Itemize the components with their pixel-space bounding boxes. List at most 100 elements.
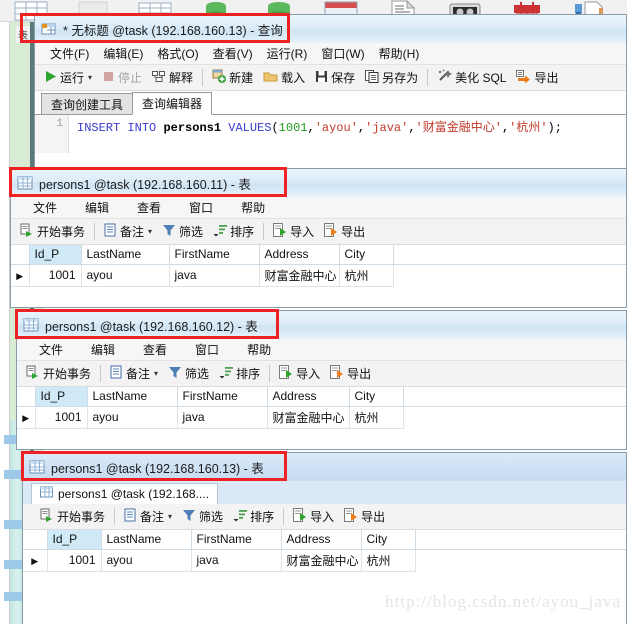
- table-window-11-titlebar[interactable]: persons1 @task (192.168.160.11) - 表: [11, 169, 626, 197]
- column-header-address[interactable]: Address: [281, 530, 362, 550]
- import-button[interactable]: 导入: [274, 362, 325, 386]
- table-window-13-tabstrip[interactable]: persons1 @task (192.168....: [23, 481, 626, 504]
- sql-statement-line[interactable]: INSERT INTO persons1 VALUES(1001,'ayou',…: [69, 115, 626, 153]
- cell-lastname[interactable]: ayou: [81, 264, 170, 287]
- column-header-firstname[interactable]: FirstName: [191, 530, 282, 550]
- menu-file[interactable]: 文件: [25, 341, 77, 358]
- new-button[interactable]: 新建: [207, 66, 258, 90]
- cell-address[interactable]: 财富金融中心: [259, 264, 340, 287]
- chevron-down-icon[interactable]: ▾: [148, 227, 152, 236]
- export-button[interactable]: 导出: [511, 66, 563, 90]
- menu-window[interactable]: 窗口: [175, 199, 227, 216]
- cell-firstname[interactable]: java: [177, 406, 268, 429]
- table-window-12[interactable]: persons1 @task (192.168.160.12) - 表 文件 编…: [16, 310, 627, 450]
- note-button[interactable]: 备注 ▾: [119, 505, 177, 529]
- save-button[interactable]: 保存: [310, 66, 360, 90]
- column-header-address[interactable]: Address: [267, 387, 350, 407]
- column-header-city[interactable]: City: [339, 245, 394, 265]
- export-button[interactable]: 导出: [325, 362, 376, 386]
- table-window-12-titlebar[interactable]: persons1 @task (192.168.160.12) - 表: [17, 311, 626, 339]
- query-window[interactable]: * 无标题 @task (192.168.160.13) - 查询 文件(F) …: [34, 14, 627, 174]
- cell-lastname[interactable]: ayou: [87, 406, 178, 429]
- column-header-id-p[interactable]: Id_P: [47, 530, 102, 550]
- menu-help[interactable]: 帮助: [227, 199, 279, 216]
- table-row[interactable]: ▶ 1001 ayou java 财富金融中心 杭州: [23, 549, 626, 572]
- load-button[interactable]: 载入: [258, 66, 310, 90]
- table-window-11-toolbar[interactable]: 开始事务 备注 ▾ 筛选 排序 导入 导出: [11, 219, 626, 245]
- column-header-id-p[interactable]: Id_P: [35, 387, 88, 407]
- menu-edit[interactable]: 编辑: [71, 199, 123, 216]
- export-button[interactable]: 导出: [339, 505, 390, 529]
- stop-button[interactable]: 停止: [97, 66, 147, 90]
- query-window-toolbar[interactable]: 运行 ▾ 停止 解释 新建 载入 保存 另存为 美化 SQL 导出: [35, 65, 626, 91]
- cell-city[interactable]: 杭州: [339, 264, 394, 287]
- menu-file[interactable]: 文件: [19, 199, 71, 216]
- menu-window[interactable]: 窗口: [181, 341, 233, 358]
- cell-lastname[interactable]: ayou: [101, 549, 192, 572]
- tab-query-editor[interactable]: 查询编辑器: [132, 92, 213, 115]
- table-window-13-toolbar[interactable]: 开始事务 备注 ▾ 筛选 排序 导入 导出: [23, 504, 626, 530]
- column-header-firstname[interactable]: FirstName: [177, 387, 268, 407]
- table-window-11[interactable]: persons1 @task (192.168.160.11) - 表 文件 编…: [10, 168, 627, 308]
- data-grid[interactable]: Id_P LastName FirstName Address City ▶ 1…: [23, 530, 626, 572]
- menu-help[interactable]: 帮助(H): [372, 45, 427, 62]
- cell-city[interactable]: 杭州: [361, 549, 416, 572]
- table-window-12-menubar[interactable]: 文件 编辑 查看 窗口 帮助: [17, 339, 626, 361]
- begin-transaction-button[interactable]: 开始事务: [35, 505, 110, 529]
- cell-id-p[interactable]: 1001: [47, 549, 102, 572]
- sql-editor[interactable]: 1 INSERT INTO persons1 VALUES(1001,'ayou…: [35, 115, 626, 153]
- query-window-menubar[interactable]: 文件(F) 编辑(E) 格式(O) 查看(V) 运行(R) 窗口(W) 帮助(H…: [35, 43, 626, 65]
- menu-help[interactable]: 帮助: [233, 341, 285, 358]
- sort-button[interactable]: 排序: [228, 505, 279, 529]
- begin-transaction-button[interactable]: 开始事务: [21, 362, 96, 386]
- note-button[interactable]: 备注 ▾: [99, 220, 157, 244]
- row-marker[interactable]: ▶: [11, 264, 30, 287]
- query-window-tabstrip[interactable]: 查询创建工具 查询编辑器: [35, 91, 626, 115]
- cell-id-p[interactable]: 1001: [29, 264, 82, 287]
- table-row[interactable]: ▶ 1001 ayou java 财富金融中心 杭州: [17, 406, 626, 429]
- menu-view[interactable]: 查看(V): [206, 45, 260, 62]
- column-header-firstname[interactable]: FirstName: [169, 245, 260, 265]
- filter-button[interactable]: 筛选: [177, 505, 228, 529]
- table-row[interactable]: ▶ 1001 ayou java 财富金融中心 杭州: [11, 264, 626, 287]
- menu-view[interactable]: 查看: [123, 199, 175, 216]
- begin-transaction-button[interactable]: 开始事务: [15, 220, 90, 244]
- save-as-button[interactable]: 另存为: [360, 66, 423, 90]
- menu-view[interactable]: 查看: [129, 341, 181, 358]
- sort-button[interactable]: 排序: [208, 220, 259, 244]
- column-header-lastname[interactable]: LastName: [81, 245, 170, 265]
- chevron-down-icon[interactable]: ▾: [88, 73, 92, 82]
- cell-firstname[interactable]: java: [169, 264, 260, 287]
- column-header-city[interactable]: City: [361, 530, 416, 550]
- column-header-city[interactable]: City: [349, 387, 404, 407]
- cell-address[interactable]: 财富金融中心: [267, 406, 350, 429]
- import-button[interactable]: 导入: [268, 220, 319, 244]
- menu-file[interactable]: 文件(F): [43, 45, 96, 62]
- filter-button[interactable]: 筛选: [163, 362, 214, 386]
- table-window-12-toolbar[interactable]: 开始事务 备注 ▾ 筛选 排序 导入 导出: [17, 361, 626, 387]
- cell-id-p[interactable]: 1001: [35, 406, 88, 429]
- column-header-lastname[interactable]: LastName: [101, 530, 192, 550]
- menu-edit[interactable]: 编辑: [77, 341, 129, 358]
- table-window-11-menubar[interactable]: 文件 编辑 查看 窗口 帮助: [11, 197, 626, 219]
- run-button[interactable]: 运行 ▾: [39, 66, 97, 90]
- row-marker[interactable]: ▶: [23, 549, 48, 572]
- cell-address[interactable]: 财富金融中心: [281, 549, 362, 572]
- beautify-sql-button[interactable]: 美化 SQL: [432, 66, 511, 90]
- explain-button[interactable]: 解释: [147, 66, 198, 90]
- row-marker[interactable]: ▶: [17, 406, 36, 429]
- note-button[interactable]: 备注 ▾: [105, 362, 163, 386]
- chevron-down-icon[interactable]: ▾: [154, 369, 158, 378]
- cell-firstname[interactable]: java: [191, 549, 282, 572]
- filter-button[interactable]: 筛选: [157, 220, 208, 244]
- tab-query-builder[interactable]: 查询创建工具: [41, 93, 134, 114]
- cell-city[interactable]: 杭州: [349, 406, 404, 429]
- menu-run[interactable]: 运行(R): [260, 45, 315, 62]
- export-button[interactable]: 导出: [319, 220, 370, 244]
- column-header-id-p[interactable]: Id_P: [29, 245, 82, 265]
- menu-window[interactable]: 窗口(W): [314, 45, 371, 62]
- column-header-lastname[interactable]: LastName: [87, 387, 178, 407]
- sort-button[interactable]: 排序: [214, 362, 265, 386]
- menu-edit[interactable]: 编辑(E): [96, 45, 150, 62]
- column-header-address[interactable]: Address: [259, 245, 340, 265]
